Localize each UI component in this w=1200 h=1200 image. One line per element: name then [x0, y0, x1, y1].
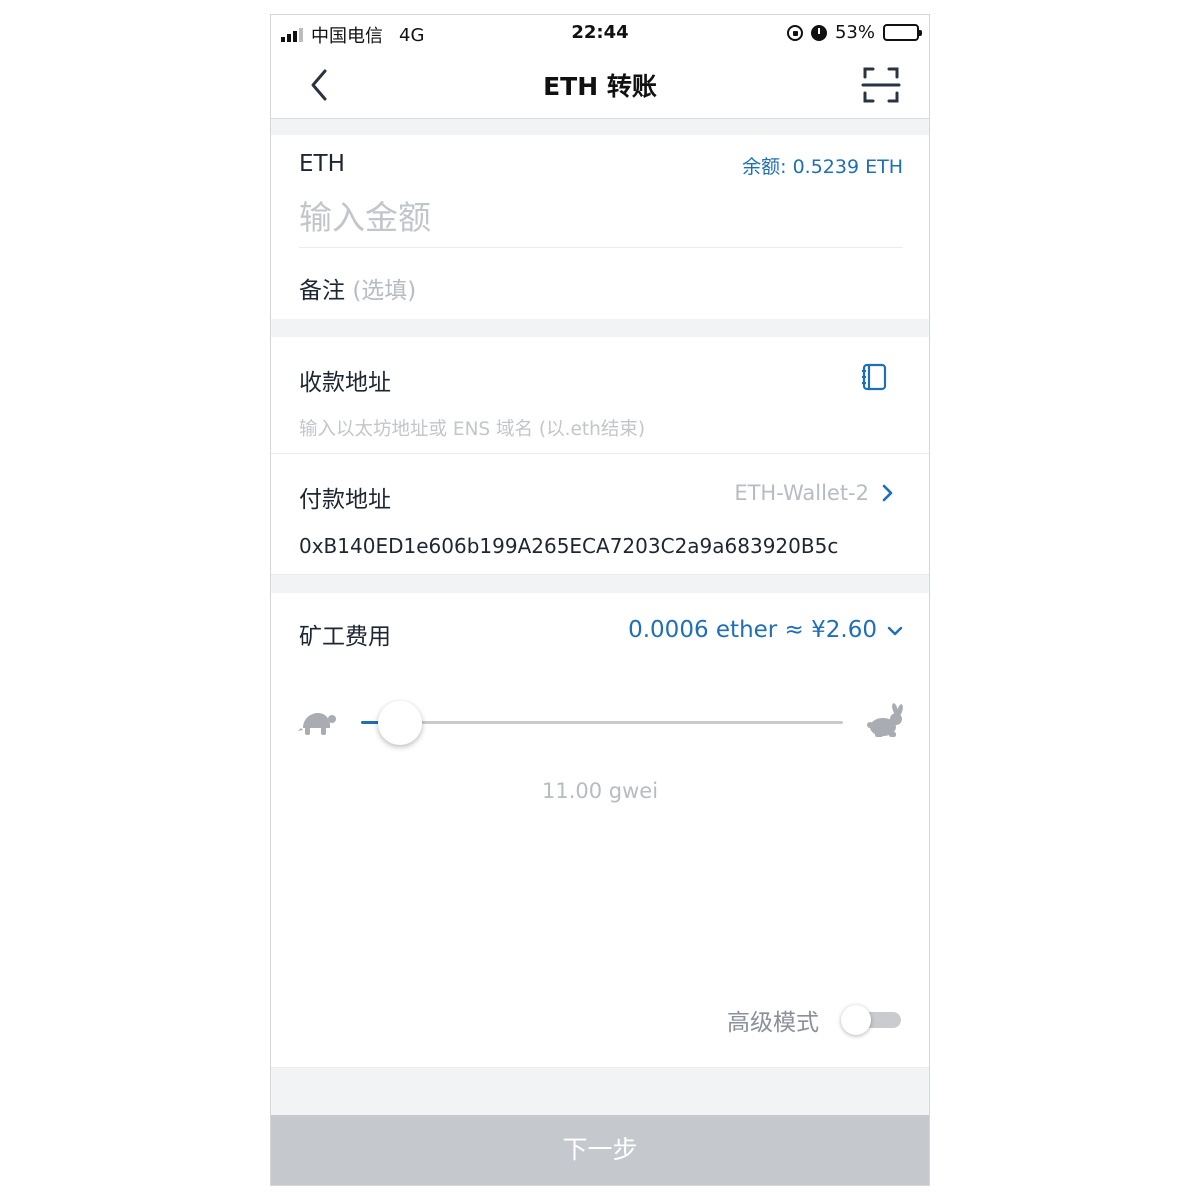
address-book-icon — [862, 363, 887, 391]
recipient-address-input[interactable]: 输入以太坊地址或 ENS 域名 (以.eth结束) — [299, 415, 645, 441]
section-gap — [271, 575, 929, 593]
fee-label: 矿工费用 — [299, 624, 391, 650]
amount-section: ETH 余额: 0.5239 ETH 输入金额 备注 (选填) — [271, 135, 929, 319]
scan-button[interactable] — [861, 65, 901, 105]
status-right: 53% — [786, 22, 922, 43]
memo-placeholder: (选填) — [352, 278, 417, 304]
nav-bar: ETH 转账 — [271, 51, 929, 119]
amount-input[interactable]: 输入金额 — [299, 191, 431, 239]
phone-screen: 中国电信 4G 22:44 53% ETH 转账 ETH 余额: 0.5239 … — [270, 14, 930, 1186]
gas-slider-thumb[interactable] — [377, 701, 422, 745]
fee-value[interactable]: 0.0006 ether ≈ ¥2.60 — [628, 617, 877, 643]
battery-icon — [883, 24, 922, 41]
status-bar: 中国电信 4G 22:44 53% — [271, 15, 929, 51]
next-button[interactable]: 下一步 — [271, 1115, 929, 1185]
memo-field[interactable]: 备注 (选填) — [299, 271, 416, 305]
scan-icon — [861, 67, 901, 103]
page-title: ETH 转账 — [543, 72, 657, 101]
chevron-down-icon[interactable] — [887, 625, 903, 637]
gas-price: 11.00 gwei — [541, 779, 659, 803]
payer-address: 0xB140ED1e606b199A265ECA7203C2a9a683920B… — [299, 534, 839, 558]
fee-section: 矿工费用 0.0006 ether ≈ ¥2.60 11.00 gwei 高级模… — [271, 593, 929, 1067]
payer-label: 付款地址 — [299, 487, 391, 513]
gas-slider[interactable] — [361, 701, 843, 745]
advanced-mode-label: 高级模式 — [727, 1010, 819, 1036]
turtle-icon — [298, 713, 336, 735]
token-label: ETH — [299, 151, 345, 177]
rotation-lock-icon — [786, 24, 803, 41]
section-gap — [271, 119, 929, 135]
toggle-knob — [841, 1005, 871, 1035]
chevron-right-icon[interactable] — [881, 484, 895, 502]
advanced-mode-toggle[interactable] — [841, 1005, 901, 1035]
rabbit-icon — [867, 703, 903, 737]
alarm-icon — [810, 24, 827, 41]
memo-label: 备注 — [299, 278, 345, 304]
balance-text: 余额: 0.5239 ETH — [742, 156, 903, 178]
address-book-button[interactable] — [861, 363, 887, 391]
battery-percent: 53% — [834, 22, 875, 43]
recipient-label: 收款地址 — [299, 370, 391, 396]
section-gap — [271, 319, 929, 337]
wallet-name[interactable]: ETH-Wallet-2 — [734, 481, 869, 505]
divider — [299, 247, 903, 248]
section-gap — [271, 1068, 929, 1118]
payer-section[interactable]: 付款地址 ETH-Wallet-2 0xB140ED1e606b199A265E… — [271, 454, 929, 574]
recipient-section: 收款地址 输入以太坊地址或 ENS 域名 (以.eth结束) — [271, 337, 929, 453]
